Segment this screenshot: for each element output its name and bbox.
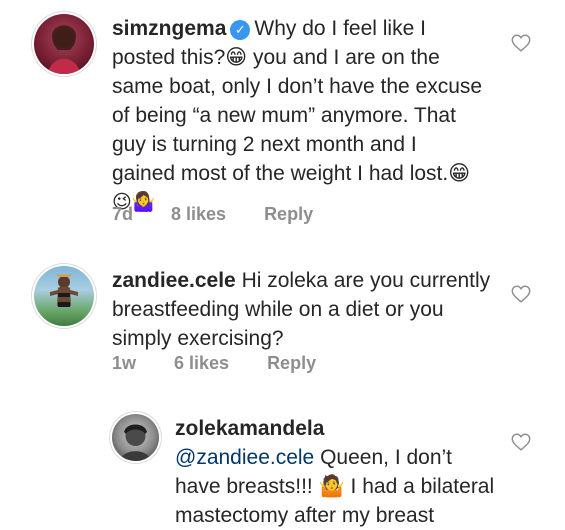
comment-body: simzngema ✓ Why do I feel like I posted th… [112, 14, 532, 217]
reply-button[interactable]: Reply [264, 204, 313, 224]
comment-text-line: posted this?😁 you and I are on the [112, 46, 440, 69]
verified-badge-icon: ✓ [230, 20, 251, 40]
avatar-image [120, 424, 151, 461]
avatar-zandiee-cele[interactable] [34, 266, 94, 326]
likes-count[interactable]: 6 likes [174, 353, 229, 373]
username[interactable]: simzngema [112, 17, 226, 40]
username[interactable]: zolekamandela [175, 417, 324, 440]
mention-link[interactable]: @zandiee.cele [175, 446, 314, 469]
avatar-zolekamandela[interactable] [112, 414, 159, 461]
comment-text-line: gained most of the weight I had lost.😁 [112, 162, 471, 185]
comment-text-line: Hi zoleka are you currently [241, 269, 491, 292]
comment-text-line: of being “a new mum” anymore. That [112, 104, 456, 127]
heart-outline-icon[interactable] [510, 283, 532, 305]
heart-outline-icon[interactable] [510, 32, 532, 54]
comment-body: zolekamandela @zandiee.cele Queen, I don… [175, 414, 515, 530]
comment-text-line: Why do I feel like I [254, 17, 426, 40]
comment-text-line: breastfeeding while on a diet or you [112, 298, 444, 321]
comment-text-line: have breasts!!! 🤷 I had a bilateral [175, 475, 495, 498]
heart-outline-icon[interactable] [510, 431, 532, 453]
comment-text-line: mastectomy after my breast [175, 504, 435, 527]
username[interactable]: zandiee.cele [112, 269, 236, 292]
avatar-image [50, 274, 78, 307]
reply-button[interactable]: Reply [267, 353, 316, 373]
comment-text-line: Queen, I don’t [320, 446, 453, 469]
comment-meta: 1w 6 likes Reply [112, 353, 354, 374]
timestamp[interactable]: 1w [112, 353, 136, 373]
avatar-simzngema[interactable] [34, 14, 94, 74]
comment-text-line: same boat, only I don’t have the excuse [112, 75, 483, 98]
comment-text-line: guy is turning 2 next month and I [112, 133, 417, 156]
likes-count[interactable]: 8 likes [171, 204, 226, 224]
timestamp[interactable]: 7d [112, 204, 133, 224]
comment-meta: 7d 8 likes Reply [112, 204, 351, 225]
comment-text-line: simply exercising? [112, 327, 284, 350]
comment-body: zandiee.cele Hi zoleka are you currently… [112, 266, 532, 353]
avatar-image [48, 25, 80, 74]
